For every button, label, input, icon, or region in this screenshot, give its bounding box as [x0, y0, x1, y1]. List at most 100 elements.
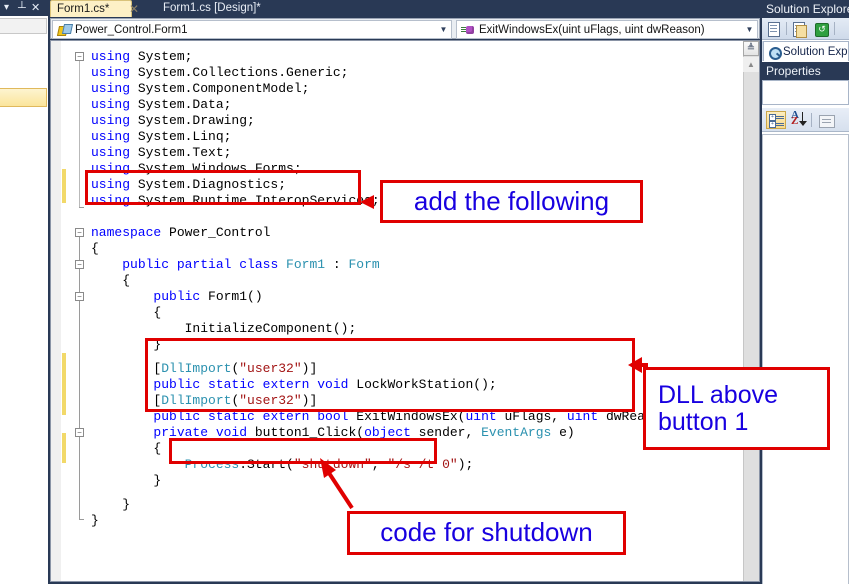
code-token: System.ComponentModel;: [137, 81, 310, 96]
code-token: {: [91, 273, 131, 288]
code-token: e): [551, 425, 575, 440]
annotation-text: DLL above button 1: [658, 381, 778, 436]
fold-toggle[interactable]: −: [75, 292, 84, 301]
code-token: System.Linq;: [137, 129, 232, 144]
annotation-dll-above-button-1: DLL above button 1: [643, 367, 830, 450]
fold-toggle[interactable]: −: [75, 260, 84, 269]
close-icon[interactable]: ✕: [31, 0, 40, 16]
code-token: System.Text;: [137, 145, 232, 160]
code-token: );: [457, 457, 474, 472]
chevron-down-icon[interactable]: ▼: [436, 25, 451, 34]
code-line: using System.Linq;: [91, 129, 231, 145]
tab-form1-cs[interactable]: Form1.cs* ✕: [50, 0, 139, 17]
class-icon: [56, 22, 72, 38]
toolbox-titlebar: ▾ ┴ ✕: [0, 0, 48, 16]
code-line: using System.ComponentModel;: [91, 81, 309, 97]
properties-window-icon[interactable]: [765, 20, 783, 38]
code-line: }: [91, 497, 130, 513]
code-line: public Form1(): [91, 289, 262, 305]
right-dock: Solution Explorer ↺ Solution Exp Propert: [762, 0, 849, 584]
code-line: public partial class Form1 : Form: [91, 257, 380, 273]
code-line: InitializeComponent();: [91, 321, 357, 337]
code-token: using: [91, 97, 138, 112]
solution-explorer-toolbar: ↺: [762, 18, 849, 40]
code-token: EventArgs: [481, 425, 552, 440]
code-token: public partial class: [122, 257, 287, 272]
pin-icon[interactable]: ┴: [18, 0, 26, 16]
toolbox-body: [0, 16, 48, 584]
code-line: {: [91, 305, 161, 321]
properties-title: Properties: [762, 62, 849, 80]
show-all-files-icon[interactable]: [790, 20, 808, 38]
document-tabstrip: Form1.cs* ✕ Form1.cs [Design]*: [48, 0, 762, 17]
code-token: Form1: [286, 257, 326, 272]
outlining-guide: [79, 61, 80, 207]
code-line: using System.Collections.Generic;: [91, 65, 348, 81]
toolbox-selected-item[interactable]: [0, 88, 47, 107]
code-line: using System.Drawing;: [91, 113, 255, 129]
code-editor[interactable]: − − − − − using System; using System.Coll…: [50, 40, 760, 582]
code-token: InitializeComponent();: [91, 321, 357, 336]
solution-explorer-title: Solution Explorer: [762, 0, 849, 18]
visual-studio-window: ▾ ┴ ✕ Form1.cs* ✕ Form1.cs [Design]* Pow…: [0, 0, 849, 584]
property-pages-icon[interactable]: [816, 111, 836, 129]
chevron-down-icon[interactable]: ▼: [742, 25, 757, 34]
code-token: using: [91, 81, 138, 96]
annotation-add-the-following: add the following: [380, 180, 643, 223]
highlight-using-block: [85, 170, 361, 205]
toolbox-panel: ▾ ┴ ✕: [0, 0, 48, 584]
navigation-bar: Power_Control.Form1 ▼ ExitWindowsEx(uint…: [50, 18, 760, 39]
member-dropdown[interactable]: ExitWindowsEx(uint uFlags, uint dwReason…: [456, 20, 758, 39]
code-token: using: [91, 65, 138, 80]
fold-toggle[interactable]: −: [75, 52, 84, 61]
code-token: using: [91, 49, 138, 64]
editor-dock: Form1.cs* ✕ Form1.cs [Design]* Power_Con…: [48, 0, 762, 584]
code-token: {: [91, 241, 99, 256]
code-token: }: [91, 497, 131, 512]
code-token: namespace: [91, 225, 170, 240]
properties-grid[interactable]: [762, 134, 849, 584]
editor-change-margin: [61, 41, 73, 581]
code-token: :: [325, 257, 349, 272]
fold-toggle[interactable]: −: [75, 228, 84, 237]
split-view-icon[interactable]: ≜: [743, 41, 759, 56]
alphabetical-sort-icon[interactable]: AZ: [789, 110, 809, 129]
tab-solution-explorer[interactable]: Solution Exp: [763, 41, 849, 61]
highlight-dllimport-block: [145, 338, 635, 412]
code-token: System.Collections.Generic;: [137, 65, 349, 80]
type-dropdown[interactable]: Power_Control.Form1 ▼: [52, 20, 452, 39]
code-line: {: [91, 241, 99, 257]
code-token: public: [153, 289, 209, 304]
editor-vertical-scrollbar[interactable]: ≜ ▲: [743, 41, 759, 581]
close-icon[interactable]: ✕: [127, 2, 141, 16]
code-token: Form: [348, 257, 380, 272]
fold-toggle[interactable]: −: [75, 428, 84, 437]
chevron-down-icon[interactable]: ▾: [4, 0, 9, 16]
toolbar-separator: [786, 22, 787, 35]
annotation-code-for-shutdown: code for shutdown: [347, 511, 626, 555]
code-token: System.Data;: [137, 97, 232, 112]
code-token: {: [91, 441, 162, 456]
properties-object-selector[interactable]: [762, 80, 849, 105]
solution-explorer-icon: [769, 46, 783, 61]
categorized-icon[interactable]: + +: [766, 111, 786, 129]
code-token: }: [91, 473, 162, 488]
toolbar-separator: [834, 22, 835, 35]
type-dropdown-value: Power_Control.Form1: [75, 23, 188, 36]
refresh-icon[interactable]: ↺: [812, 20, 830, 38]
code-line: namespace Power_Control: [91, 225, 270, 241]
chevron-up-icon[interactable]: ▲: [743, 57, 759, 72]
code-line: {: [91, 441, 161, 457]
tab-form1-cs-design[interactable]: Form1.cs [Design]*: [157, 0, 267, 17]
editor-outlining-margin: [73, 41, 87, 581]
code-line: using System.Data;: [91, 97, 231, 113]
toolbox-search-input[interactable]: [0, 18, 47, 34]
code-token: System.Drawing;: [137, 113, 255, 128]
code-text-area[interactable]: using System; using System.Collections.Ge…: [87, 41, 759, 581]
code-line: using System;: [91, 49, 192, 65]
properties-toolbar: + + AZ: [762, 108, 849, 132]
editor-selection-margin: [51, 41, 61, 581]
annotation-text: code for shutdown: [380, 517, 593, 548]
